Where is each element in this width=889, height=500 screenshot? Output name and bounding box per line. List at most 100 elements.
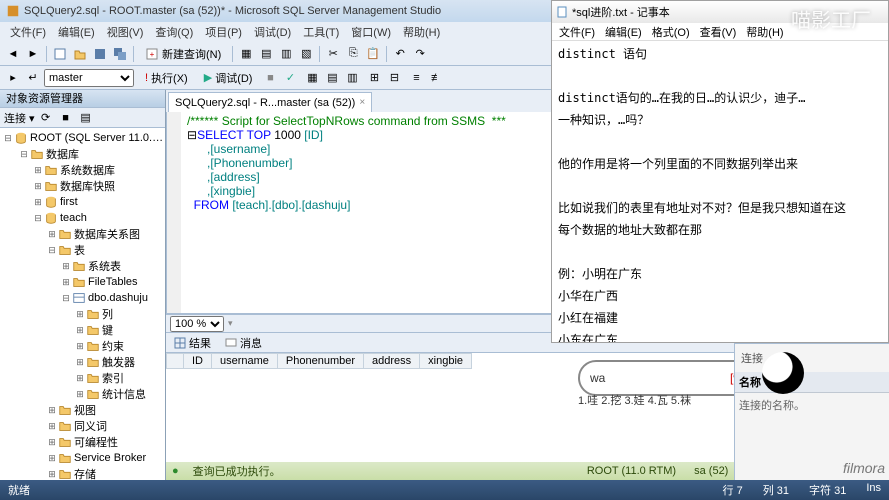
tb2-c[interactable]: ▥ — [343, 69, 361, 87]
tb-icon-4[interactable]: ▧ — [297, 45, 315, 63]
tree-node[interactable]: ⊞系统数据库 — [0, 162, 165, 178]
new-project-button[interactable] — [51, 45, 69, 63]
notepad-menu-item[interactable]: 格式(O) — [649, 24, 693, 40]
tree-node[interactable]: ⊟dbo.dashuju — [0, 290, 165, 306]
tree-node[interactable]: ⊞FileTables — [0, 274, 165, 290]
tree-node[interactable]: ⊞视图 — [0, 402, 165, 418]
tree-root[interactable]: ⊟ ROOT (SQL Server 11.0.2100 - sa — [0, 130, 165, 146]
tree-node[interactable]: ⊞可编程性 — [0, 434, 165, 450]
menu-item[interactable]: 工具(T) — [299, 24, 343, 40]
expand-icon[interactable]: ⊟ — [2, 133, 14, 144]
tree-node[interactable]: ⊞数据库快照 — [0, 178, 165, 194]
tree-node[interactable]: ⊞数据库关系图 — [0, 226, 165, 242]
expand-icon[interactable]: ⊟ — [60, 293, 72, 304]
redo-button[interactable]: ↷ — [411, 45, 429, 63]
tree-node[interactable]: ⊞存储 — [0, 466, 165, 480]
paste-button[interactable]: 📋 — [364, 45, 382, 63]
messages-tab[interactable]: 消息 — [221, 335, 266, 351]
menu-item[interactable]: 调试(D) — [250, 24, 295, 40]
tb2-a[interactable]: ▦ — [303, 69, 321, 87]
copy-button[interactable]: ⎘ — [344, 45, 362, 63]
tb2-b[interactable]: ▤ — [323, 69, 341, 87]
tree-node[interactable]: ⊞键 — [0, 322, 165, 338]
tb2-d[interactable]: ⊞ — [365, 69, 383, 87]
expand-icon[interactable]: ⊞ — [74, 389, 86, 400]
uncomment-button[interactable]: ≢ — [427, 69, 445, 87]
menu-item[interactable]: 帮助(H) — [399, 24, 444, 40]
parse-button[interactable]: ✓ — [281, 69, 299, 87]
expand-icon[interactable]: ⊞ — [46, 437, 58, 448]
expand-icon[interactable]: ⊞ — [74, 309, 86, 320]
expand-icon[interactable]: ⊞ — [46, 421, 58, 432]
tab-close-icon[interactable]: × — [359, 97, 365, 108]
tree-node[interactable]: ⊟表 — [0, 242, 165, 258]
database-selector[interactable]: master — [44, 69, 134, 87]
menu-item[interactable]: 视图(V) — [103, 24, 148, 40]
results-tab[interactable]: 结果 — [170, 335, 215, 351]
notepad-text-area[interactable]: distinct 语句 distinct语句的…在我的日…的认识少，迪子… 一种… — [552, 41, 888, 342]
oe-icon-1[interactable]: ⟳ — [37, 109, 55, 127]
grid-header[interactable] — [167, 354, 184, 369]
expand-icon[interactable]: ⊞ — [74, 341, 86, 352]
tree-node[interactable]: ⊟teach — [0, 210, 165, 226]
save-button[interactable] — [91, 45, 109, 63]
connect-dropdown[interactable]: 连接 ▾ — [4, 110, 35, 126]
tb-icon-2[interactable]: ▤ — [257, 45, 275, 63]
tree-node[interactable]: ⊟数据库 — [0, 146, 165, 162]
new-query-button[interactable]: + 新建查询(N) — [138, 44, 228, 64]
object-tree[interactable]: ⊟ ROOT (SQL Server 11.0.2100 - sa ⊟数据库⊞系… — [0, 128, 165, 480]
zoom-selector[interactable]: 100 % — [170, 316, 224, 332]
menu-item[interactable]: 查询(Q) — [151, 24, 197, 40]
expand-icon[interactable]: ⊞ — [32, 197, 44, 208]
back-button[interactable]: ◄ — [4, 45, 22, 63]
notepad-menu-item[interactable]: 查看(V) — [697, 24, 740, 40]
grid-header[interactable]: Phonenumber — [277, 354, 363, 369]
tree-node[interactable]: ⊞触发器 — [0, 354, 165, 370]
expand-icon[interactable]: ⊞ — [60, 261, 72, 272]
expand-icon[interactable]: ⊞ — [46, 469, 58, 480]
grid-header[interactable]: address — [364, 354, 420, 369]
menu-item[interactable]: 编辑(E) — [54, 24, 99, 40]
code-content[interactable]: /****** Script for SelectTopNRows comman… — [181, 112, 512, 313]
execute-button[interactable]: ! 执行(X) — [138, 68, 195, 88]
expand-icon[interactable]: ⊞ — [60, 277, 72, 288]
tb2-icon-2[interactable]: ↵ — [24, 69, 42, 87]
tree-node[interactable]: ⊞统计信息 — [0, 386, 165, 402]
open-button[interactable] — [71, 45, 89, 63]
notepad-window[interactable]: *sql进阶.txt - 记事本 文件(F)编辑(E)格式(O)查看(V)帮助(… — [551, 0, 889, 343]
notepad-menu-item[interactable]: 编辑(E) — [602, 24, 645, 40]
tb-icon-3[interactable]: ▥ — [277, 45, 295, 63]
oe-icon-3[interactable]: ▤ — [77, 109, 95, 127]
grid-header[interactable]: ID — [184, 354, 212, 369]
tree-node[interactable]: ⊞索引 — [0, 370, 165, 386]
expand-icon[interactable]: ⊞ — [74, 357, 86, 368]
tree-node[interactable]: ⊞同义词 — [0, 418, 165, 434]
oe-icon-2[interactable]: ■ — [57, 109, 75, 127]
expand-icon[interactable]: ⊞ — [32, 165, 44, 176]
expand-icon[interactable]: ⊞ — [46, 229, 58, 240]
grid-header[interactable]: xingbie — [420, 354, 472, 369]
tree-node[interactable]: ⊞列 — [0, 306, 165, 322]
tree-node[interactable]: ⊞约束 — [0, 338, 165, 354]
tree-node[interactable]: ⊞first — [0, 194, 165, 210]
stop-button[interactable]: ■ — [261, 69, 279, 87]
menu-item[interactable]: 文件(F) — [6, 24, 50, 40]
expand-icon[interactable]: ⊟ — [18, 149, 30, 160]
expand-icon[interactable]: ⊞ — [46, 453, 58, 464]
menu-item[interactable]: 项目(P) — [201, 24, 246, 40]
tb2-e[interactable]: ⊟ — [385, 69, 403, 87]
editor-tab[interactable]: SQLQuery2.sql - R...master (sa (52)) × — [168, 92, 372, 112]
debug-button[interactable]: ▶ 调试(D) — [197, 68, 260, 88]
expand-icon[interactable]: ⊞ — [32, 181, 44, 192]
notepad-menu-item[interactable]: 帮助(H) — [743, 24, 786, 40]
tree-node[interactable]: ⊞系统表 — [0, 258, 165, 274]
expand-icon[interactable]: ⊞ — [74, 325, 86, 336]
tree-node[interactable]: ⊞Service Broker — [0, 450, 165, 466]
grid-header[interactable]: username — [212, 354, 278, 369]
forward-button[interactable]: ► — [24, 45, 42, 63]
expand-icon[interactable]: ⊟ — [32, 213, 44, 224]
expand-icon[interactable]: ⊞ — [46, 405, 58, 416]
comment-button[interactable]: ≡ — [407, 69, 425, 87]
expand-icon[interactable]: ⊟ — [46, 245, 58, 256]
tb-icon-1[interactable]: ▦ — [237, 45, 255, 63]
